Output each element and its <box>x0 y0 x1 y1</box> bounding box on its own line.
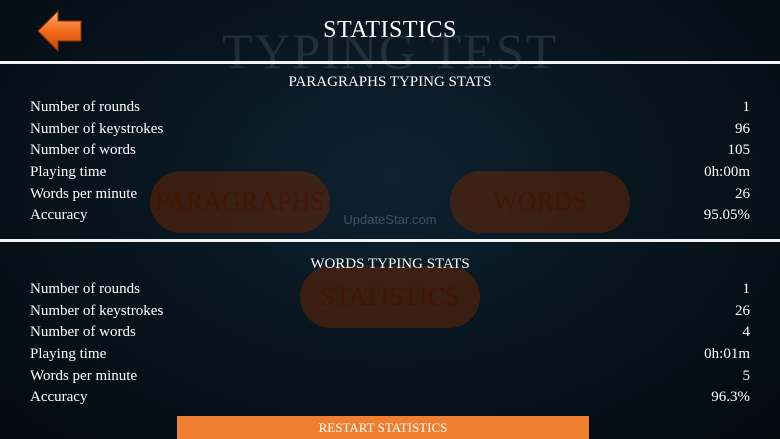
words-stats-list: Number of rounds 1 Number of keystrokes … <box>30 279 750 409</box>
stat-value: 0h:00m <box>704 164 750 181</box>
stat-value: 5 <box>742 367 751 384</box>
stat-label: Number of words <box>30 324 136 341</box>
stat-label: Number of rounds <box>30 281 140 298</box>
stat-row: Words per minute 26 <box>30 183 750 205</box>
stat-value: 26 <box>735 185 750 202</box>
stat-row: Playing time 0h:01m <box>30 344 750 366</box>
stat-label: Number of words <box>30 142 136 159</box>
stat-row: Number of keystrokes 26 <box>30 301 750 323</box>
stat-label: Playing time <box>30 346 107 363</box>
stat-label: Number of keystrokes <box>30 302 164 319</box>
stat-row: Number of words 105 <box>30 140 750 162</box>
stat-label: Playing time <box>30 164 107 181</box>
stat-row: Playing time 0h:00m <box>30 162 750 184</box>
stat-row: Number of rounds 1 <box>30 279 750 301</box>
stat-row: Accuracy 96.3% <box>30 387 750 409</box>
stat-row: Number of rounds 1 <box>30 97 750 119</box>
stat-value: 105 <box>727 142 751 159</box>
stat-label: Accuracy <box>30 389 88 406</box>
stat-label: Words per minute <box>30 367 138 384</box>
stat-label: Words per minute <box>30 185 138 202</box>
stat-label: Accuracy <box>30 207 88 224</box>
paragraphs-stats-title: PARAGRAPHS TYPING STATS <box>288 74 492 90</box>
stat-row: Words per minute 5 <box>30 365 750 387</box>
stat-row: Number of keystrokes 96 <box>30 119 750 141</box>
stat-value: 96 <box>735 120 750 137</box>
stat-value: 95.05% <box>703 207 750 224</box>
stat-value: 1 <box>742 281 751 298</box>
stat-value: 1 <box>742 99 751 116</box>
stat-row: Accuracy 95.05% <box>30 205 750 227</box>
stat-value: 0h:01m <box>704 346 750 363</box>
stat-value: 96.3% <box>711 389 750 406</box>
stat-value: 26 <box>735 302 750 319</box>
page-title: STATISTICS <box>323 17 457 43</box>
stat-row: Number of words 4 <box>30 322 750 344</box>
paragraphs-stats-list: Number of rounds 1 Number of keystrokes … <box>30 97 750 227</box>
stat-value: 4 <box>742 324 751 341</box>
stat-label: Number of keystrokes <box>30 120 164 137</box>
restart-statistics-button[interactable]: RESTART STATISTICS <box>177 416 589 439</box>
middle-divider <box>0 239 780 242</box>
stat-label: Number of rounds <box>30 99 140 116</box>
words-stats-title: WORDS TYPING STATS <box>310 256 470 272</box>
top-divider <box>0 61 780 64</box>
